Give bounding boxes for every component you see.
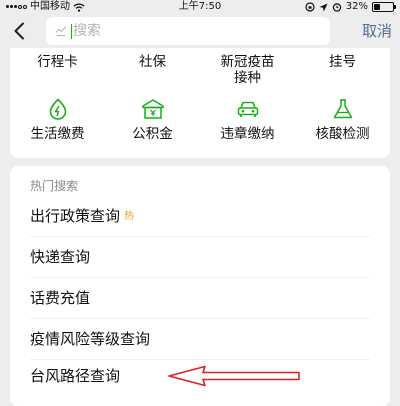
rotation-lock-icon: [305, 2, 315, 12]
service-label: 核酸检测: [315, 126, 370, 142]
hot-search-item-phone-recharge[interactable]: 话费充值: [30, 278, 370, 319]
battery-percent: 32%: [345, 1, 368, 12]
lightning-icon: [49, 98, 66, 120]
service-label: 公积金: [132, 126, 173, 142]
service-label: 违章缴纳: [220, 126, 275, 142]
search-box[interactable]: [46, 17, 330, 45]
car-icon: [237, 101, 258, 117]
services-card: 行程卡 社保 新冠疫苗 接种 挂号 生活缴费 公积金 违章缴纳 核酸检测: [10, 48, 390, 158]
hot-search-label: 疫情风险等级查询: [30, 330, 151, 348]
flask-icon: [333, 99, 352, 119]
status-bar: 中国移动 上午7:50 32%: [0, 0, 400, 14]
hot-search-label: 出行政策查询: [30, 207, 121, 225]
back-button[interactable]: [6, 17, 32, 45]
service-label-line-1: 新冠疫苗: [220, 54, 275, 70]
service-utility-payment[interactable]: 生活缴费: [10, 98, 105, 142]
services-bottom-row: 生活缴费 公积金 违章缴纳 核酸检测: [10, 86, 390, 156]
service-nucleic-acid-test[interactable]: 核酸检测: [295, 98, 390, 142]
hot-search-label: 话费充值: [30, 289, 91, 307]
hot-search-label: 台风路径查询: [30, 367, 121, 385]
hot-search-title: 热门搜索: [30, 179, 79, 193]
alarm-icon: [332, 3, 341, 12]
hot-search-item-express[interactable]: 快递查询: [30, 237, 370, 278]
service-label: 生活缴费: [30, 126, 85, 142]
hot-search-label: 快递查询: [30, 248, 91, 266]
hot-search-item-epidemic-risk[interactable]: 疫情风险等级查询: [30, 319, 370, 360]
hot-search-item-travel-policy[interactable]: 出行政策查询热: [30, 196, 370, 237]
service-social-security[interactable]: 社保: [105, 54, 200, 70]
search-icon: [55, 26, 67, 37]
service-label: 社保: [139, 54, 166, 70]
location-icon: [319, 3, 328, 11]
red-arrow-icon: [168, 365, 300, 387]
service-traffic-fine[interactable]: 违章缴纳: [200, 98, 295, 142]
text-cursor: [71, 23, 72, 39]
service-label: 挂号: [329, 54, 356, 70]
hot-badge: 热: [124, 211, 135, 222]
service-itinerary-card[interactable]: 行程卡: [10, 54, 105, 70]
service-covid-vaccine[interactable]: 新冠疫苗 接种: [200, 54, 295, 86]
service-registration[interactable]: 挂号: [295, 54, 390, 70]
service-label-line-2: 接种: [234, 70, 261, 86]
status-right: 32%: [305, 0, 396, 14]
search-input[interactable]: [73, 23, 293, 39]
service-housing-fund[interactable]: 公积金: [105, 98, 200, 142]
services-top-row: 行程卡 社保 新冠疫苗 接种 挂号: [10, 48, 390, 86]
chevron-left-icon: [14, 22, 24, 40]
cancel-button[interactable]: 取消: [362, 17, 392, 45]
building-icon: [141, 99, 164, 119]
battery-icon: [372, 2, 396, 12]
service-label: 行程卡: [37, 54, 78, 70]
search-header: 取消: [0, 14, 400, 48]
